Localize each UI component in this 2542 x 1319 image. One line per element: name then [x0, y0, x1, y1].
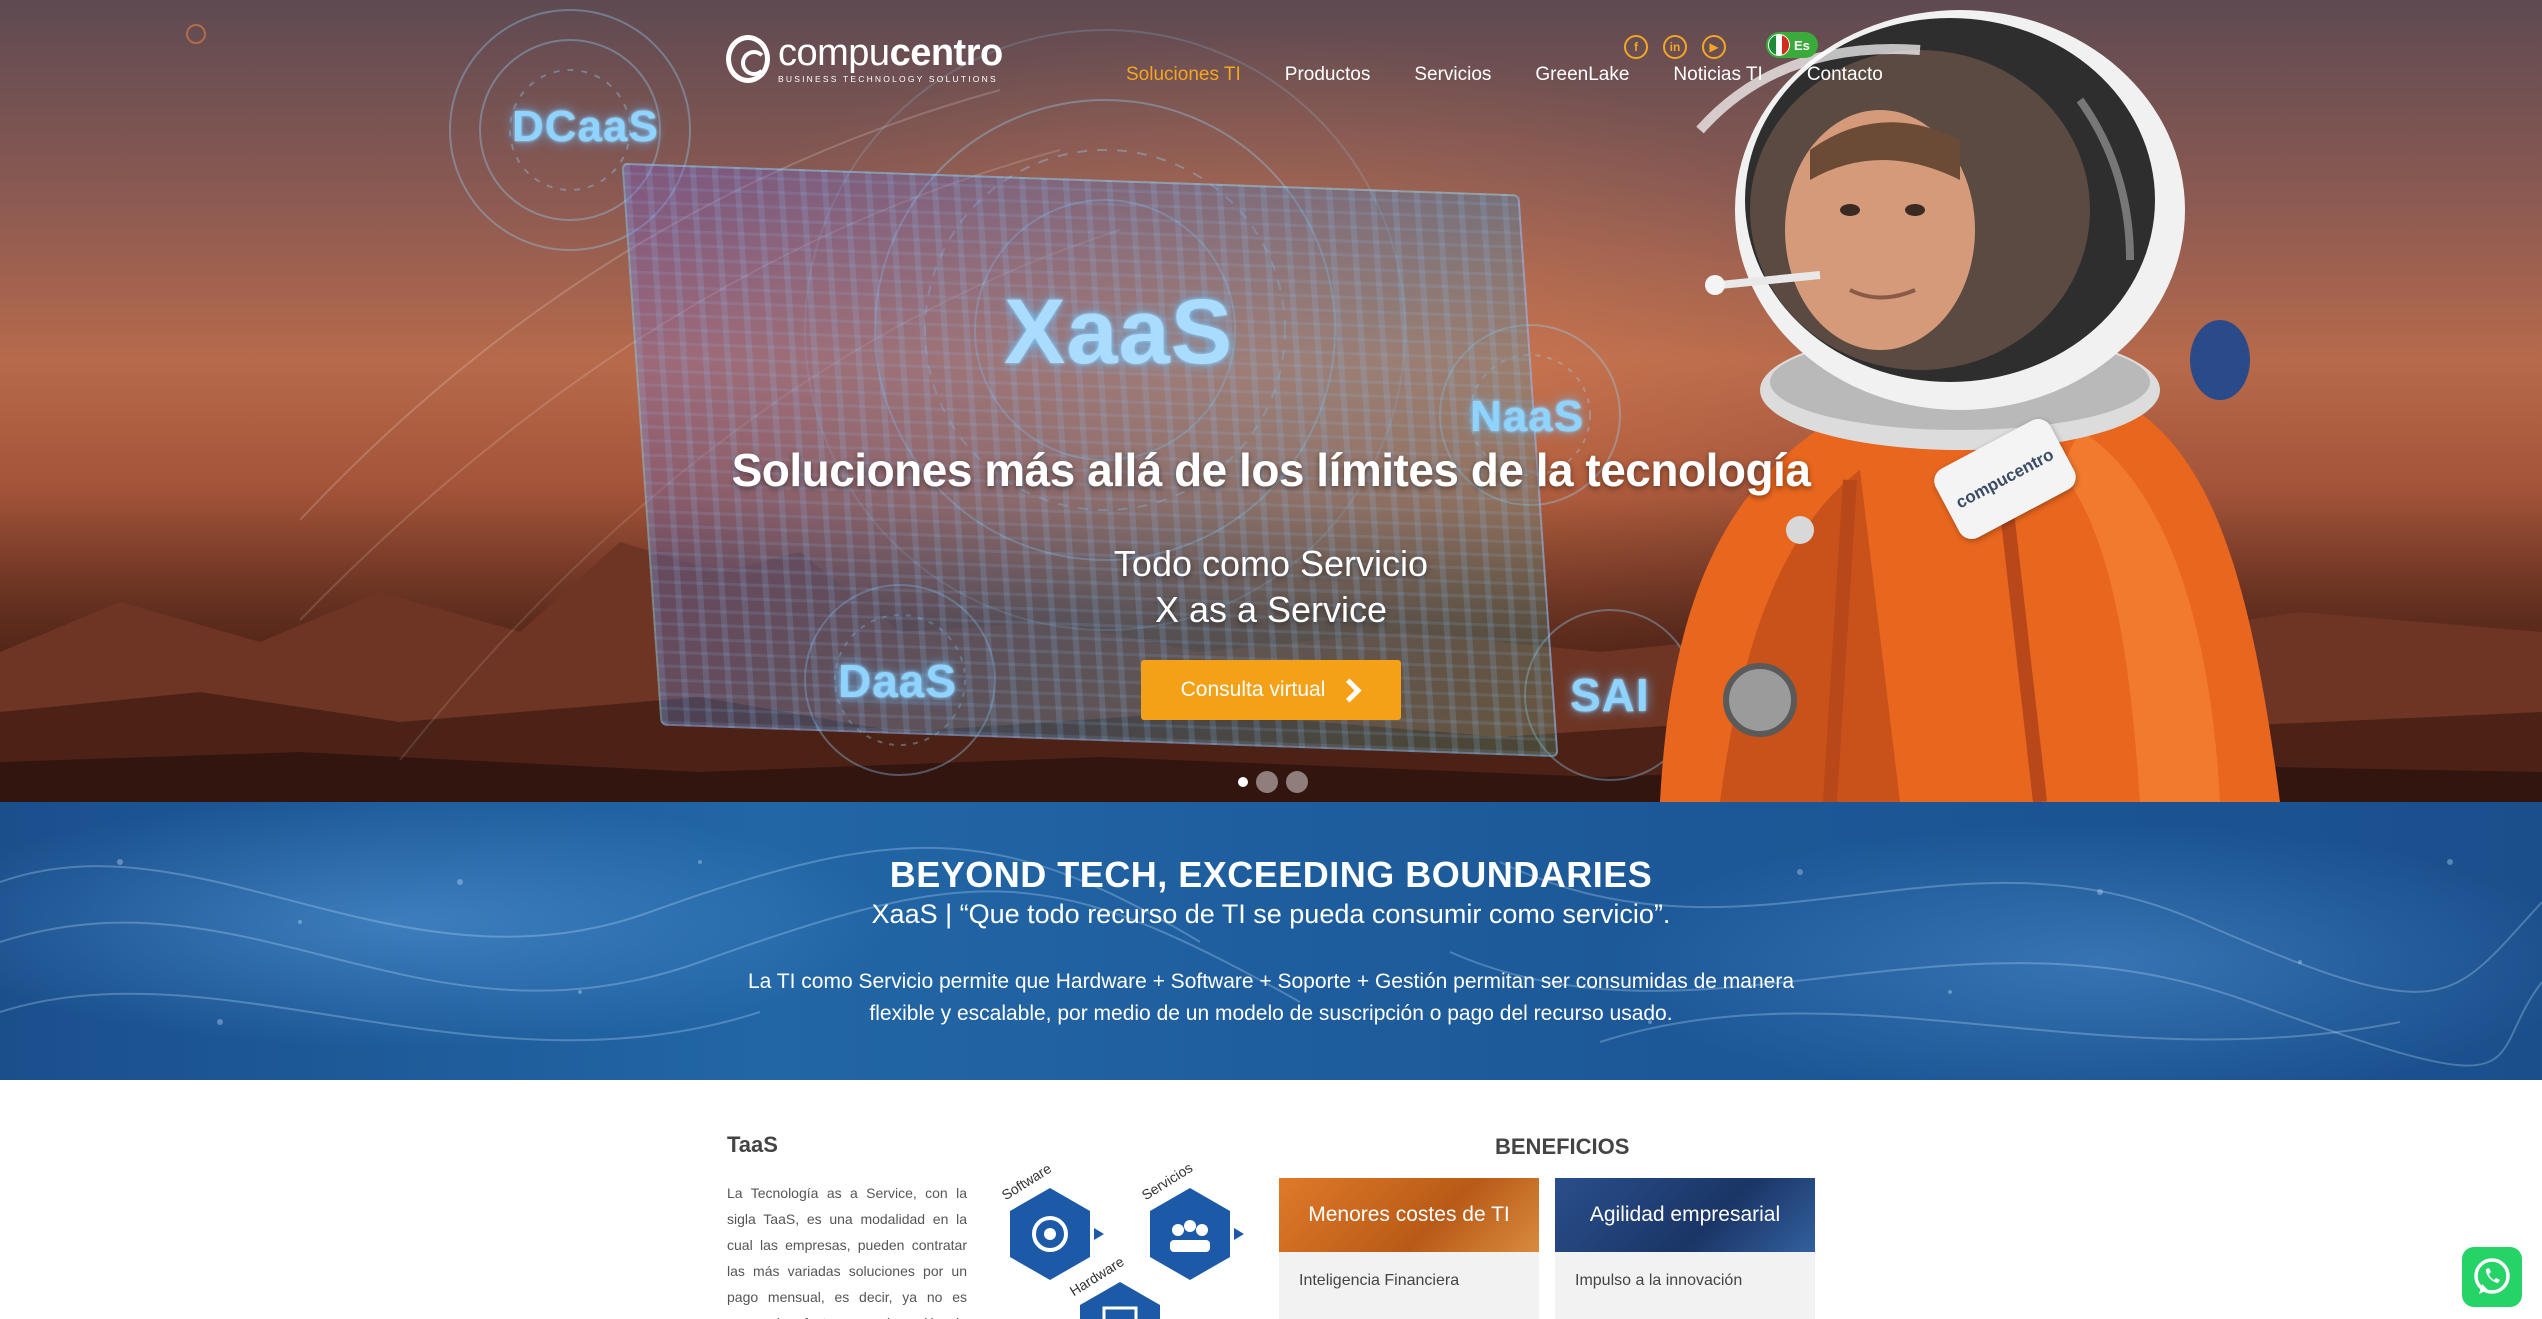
whatsapp-icon	[2474, 1258, 2510, 1294]
benefits-title: BENEFICIOS	[1495, 1134, 1630, 1159]
facebook-icon[interactable]: f	[1624, 35, 1648, 59]
astronaut-illustration	[1660, 10, 2280, 802]
slider-dots	[1238, 771, 1316, 793]
slider-dot-1[interactable]	[1238, 777, 1248, 787]
hero-subtitle-line-2: X as a Service	[1154, 589, 1388, 630]
benefit-card-agilidad[interactable]: Agilidad empresarial Impulso a la innova…	[1555, 1178, 1815, 1319]
slider-dot-2[interactable]	[1256, 771, 1278, 793]
main-nav: Soluciones TI Productos Servicios GreenL…	[1126, 64, 1883, 86]
nav-item-noticias-ti[interactable]: Noticias TI	[1673, 64, 1762, 86]
language-code: Es	[1794, 37, 1810, 53]
site-logo[interactable]: compucentro BUSINESS TECHNOLOGY SOLUTION…	[726, 34, 1003, 84]
whatsapp-button[interactable]	[2462, 1247, 2522, 1307]
language-switcher[interactable]: Es	[1766, 32, 1818, 58]
xaas-intro-band: BEYOND TECH, EXCEEDING BOUNDARIES XaaS |…	[0, 802, 2542, 1080]
benefit-card-item: Inteligencia Financiera	[1299, 1272, 1460, 1289]
slider-dot-3[interactable]	[1286, 771, 1308, 793]
taas-title: TaaS	[727, 1132, 778, 1157]
nav-item-productos[interactable]: Productos	[1285, 64, 1371, 86]
benefit-card-title: Menores costes de TI	[1279, 1178, 1539, 1252]
mexico-flag-icon	[1768, 34, 1790, 56]
band-description: La TI como Servicio permite que Hardware…	[747, 970, 1795, 1025]
taas-diagram: Software Servicios Hardware	[999, 1160, 1244, 1319]
nav-item-contacto[interactable]: Contacto	[1807, 64, 1883, 86]
nav-item-servicios[interactable]: Servicios	[1414, 64, 1491, 86]
particle-wave-background	[0, 846, 2542, 1067]
benefit-card-title: Agilidad empresarial	[1555, 1178, 1815, 1252]
linkedin-icon[interactable]: in	[1663, 35, 1687, 59]
taas-description: La Tecnología as a Service, con la sigla…	[727, 1185, 967, 1319]
benefit-card-costes[interactable]: Menores costes de TI Inteligencia Financ…	[1279, 1178, 1539, 1319]
hero-title: Soluciones más allá de los límites de la…	[731, 444, 1811, 496]
cta-label: Consulta virtual	[1180, 678, 1326, 701]
hero-subtitle-line-1: Todo como Servicio	[1113, 543, 1429, 584]
sun-icon	[186, 24, 206, 44]
chevron-right-icon	[1339, 679, 1361, 701]
consulta-virtual-button[interactable]: Consulta virtual	[1141, 660, 1401, 720]
band-subtitle: XaaS | “Que todo recurso de TI se pueda …	[871, 899, 1671, 929]
holo-label-xaas: XaaS	[1004, 281, 1234, 383]
benefit-card-item: Impulso a la innovación	[1575, 1272, 1743, 1289]
nav-item-greenlake[interactable]: GreenLake	[1535, 64, 1629, 86]
social-links: f in ▶	[1624, 35, 1741, 59]
logo-tagline: BUSINESS TECHNOLOGY SOLUTIONS	[778, 74, 998, 84]
hero-slider: DCaaS XaaS NaaS DaaS SAI compucentro com…	[0, 0, 2542, 802]
band-title: BEYOND TECH, EXCEEDING BOUNDARIES	[889, 854, 1653, 895]
holo-label-dcaas: DCaaS	[512, 102, 659, 151]
logo-mark-icon	[726, 35, 770, 83]
holo-label-daas: DaaS	[838, 655, 958, 707]
nav-item-soluciones-ti[interactable]: Soluciones TI	[1126, 64, 1241, 86]
youtube-icon[interactable]: ▶	[1702, 35, 1726, 59]
logo-wordmark: compucentro	[778, 32, 1003, 74]
